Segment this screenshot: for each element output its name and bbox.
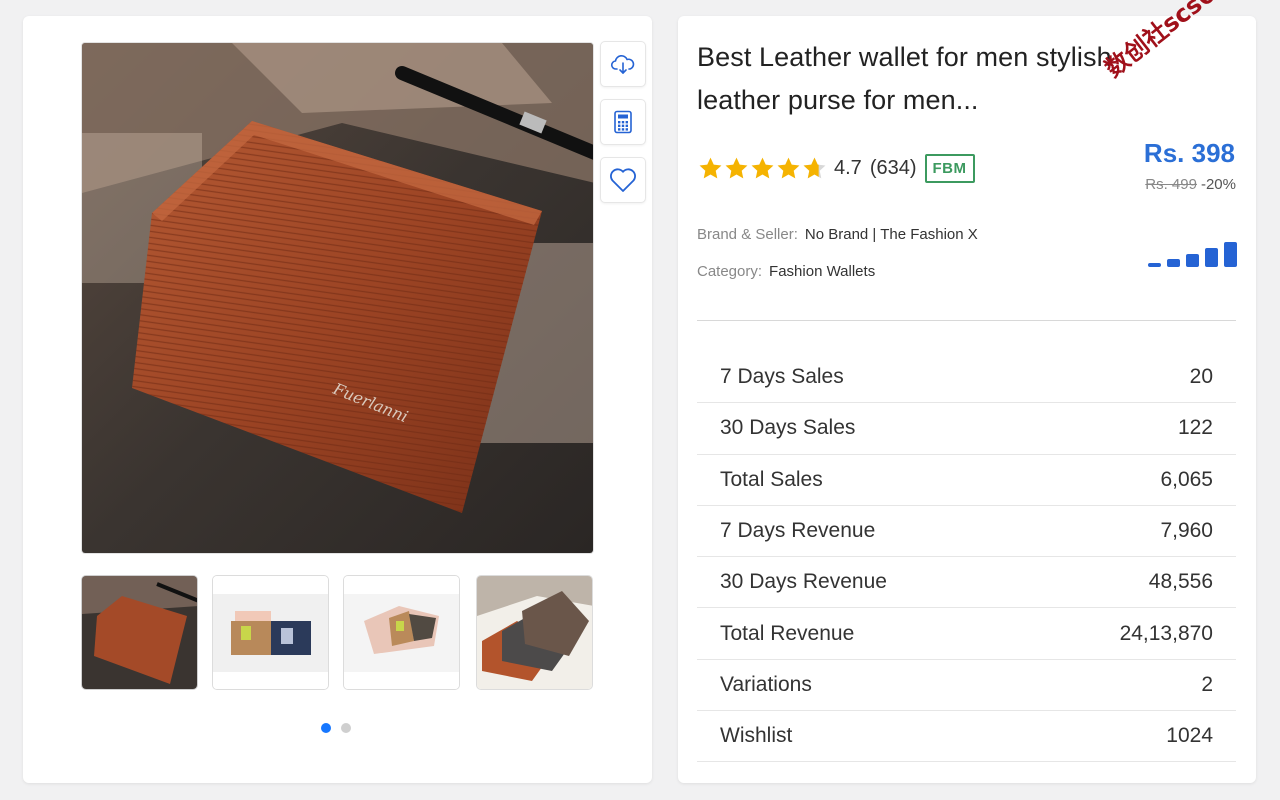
stat-label: 7 Days Revenue [720,519,876,543]
wishlist-button[interactable] [600,157,646,203]
stat-label: 7 Days Sales [720,365,844,389]
main-product-image[interactable]: Fuerlanni [81,42,594,554]
discount-percent: -20% [1200,176,1236,193]
brand-seller-value: No Brand | The Fashion X [804,226,978,243]
category-row: Category: Fashion Wallets [697,263,875,280]
original-price: Rs. 499 [1145,176,1197,193]
calculator-icon [614,110,632,134]
stat-label: Total Revenue [720,621,855,645]
stat-row: 7 Days Sales 20 [697,352,1236,404]
thumbnail-4[interactable] [476,575,593,690]
rating-value: 4.7 [834,156,862,179]
rating-row: 4.7 (634) FBM [698,152,975,184]
stat-value: 7,960 [1160,519,1213,543]
carousel-dot-2[interactable] [341,723,351,733]
heart-icon [610,168,636,192]
stat-row: 30 Days Sales 122 [697,403,1236,455]
cloud-download-icon [610,55,635,74]
stat-row: Total Sales 6,065 [697,455,1236,506]
stat-label: Variations [720,672,812,696]
stat-value: 122 [1177,416,1213,440]
brand-seller-label: Brand & Seller: [697,226,798,243]
stat-value: 24,13,870 [1119,621,1213,645]
stat-label: Wishlist [720,724,793,748]
stat-row: 30 Days Revenue 48,556 [697,557,1236,609]
signal-bars-icon [1148,240,1237,267]
sales-stats-table: 7 Days Sales 20 30 Days Sales 122 Total Sale… [697,352,1236,763]
star-icon [725,157,748,178]
rating-count: (634) [869,156,917,179]
stat-value: 2 [1201,672,1213,696]
carousel-dot-1[interactable] [321,723,331,733]
stat-row: Variations 2 [697,660,1236,712]
stat-row: Total Revenue 24,13,870 [697,608,1236,660]
thumbnail-3[interactable] [343,575,460,690]
star-icon [751,157,774,178]
divider [697,320,1236,321]
stat-label: Total Sales [720,467,823,491]
stat-value: 1024 [1166,724,1213,748]
carousel-dots [321,723,351,733]
stat-row: Wishlist 1024 [697,711,1236,763]
stat-value: 20 [1189,365,1213,389]
product-info-panel: Best Leather wallet for men stylish leat… [678,0,1256,783]
stat-label: 30 Days Sales [720,416,856,440]
thumbnail-2[interactable] [212,575,329,690]
product-gallery-panel: Fuerlanni [23,16,652,783]
stat-value: 6,065 [1160,467,1213,491]
stat-row: 7 Days Revenue 7,960 [697,506,1236,558]
download-image-button[interactable] [600,41,646,87]
stat-label: 30 Days Revenue [720,570,887,594]
star-icon [699,157,722,178]
stat-value: 48,556 [1148,570,1213,594]
brand-seller-row: Brand & Seller: No Brand | The Fashion X [697,226,978,243]
category-value[interactable]: Fashion Wallets [769,263,875,280]
current-price: Rs. 398 [1143,138,1235,168]
fulfillment-badge: FBM [924,153,975,183]
price-original-row: Rs. 499 -20% [1145,176,1236,193]
star-half-icon [803,157,826,178]
thumbnail-1[interactable] [81,575,198,690]
star-icon [777,157,800,178]
profit-calculator-button[interactable] [600,99,646,145]
category-label: Category: [697,263,763,280]
rating-stars [698,156,827,181]
